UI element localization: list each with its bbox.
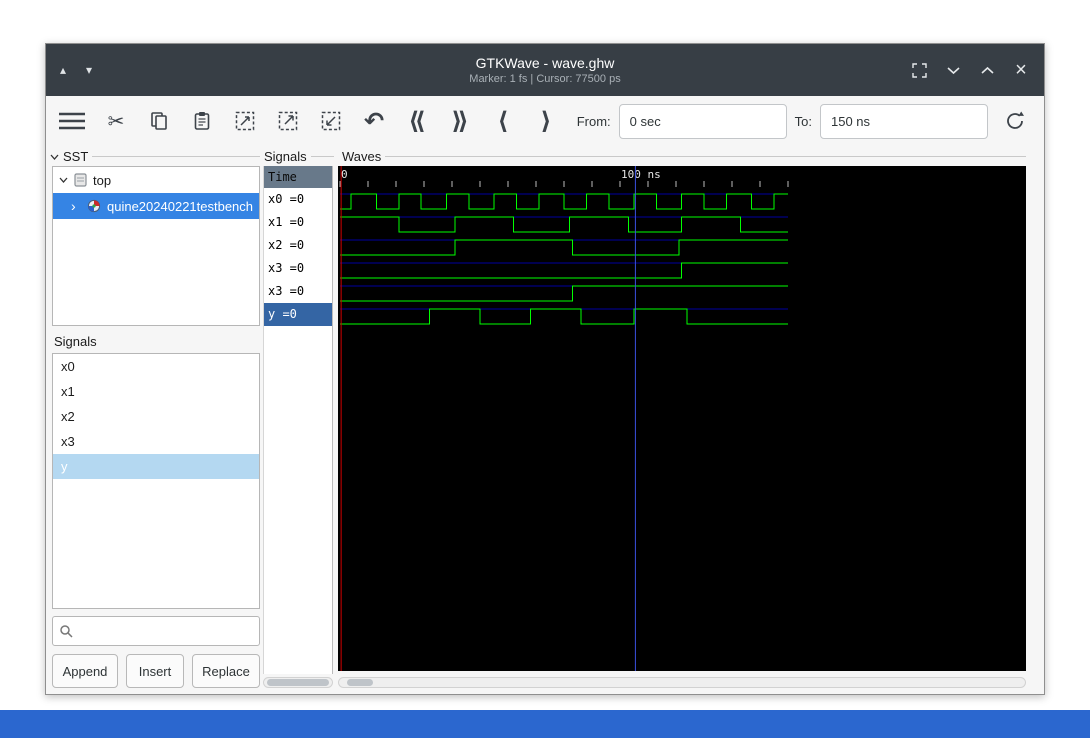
zoom-fit-icon[interactable]	[232, 107, 258, 135]
window-title: GTKWave - wave.ghw	[475, 55, 615, 71]
waves-frame-label: Waves	[342, 149, 1026, 164]
menu-hamburger-icon[interactable]	[58, 107, 86, 135]
tree-item-testbench[interactable]: › quine20240221testbench	[53, 193, 259, 219]
signal-name-row[interactable]: x1 =0	[264, 211, 332, 234]
next-edge-icon[interactable]: ⟩	[533, 107, 559, 135]
names-scrollbar-thumb[interactable]	[267, 679, 329, 686]
signal-list-item[interactable]: x1	[53, 379, 259, 404]
close-icon[interactable]: ×	[1012, 59, 1030, 81]
signal-name-row[interactable]: y =0	[264, 303, 332, 326]
wave-display[interactable]: 0 100 ns	[338, 166, 1026, 671]
signal-list-item[interactable]: x0	[53, 354, 259, 379]
titlebar[interactable]: ▴ ▾ GTKWave - wave.ghw Marker: 1 fs | Cu…	[46, 44, 1044, 96]
signal-list: x0 x1 x2 x3 y	[52, 353, 260, 609]
to-label: To:	[794, 113, 812, 129]
names-frame-label: Signals	[264, 149, 334, 164]
tree-item-label: top	[93, 172, 112, 188]
svg-text:100 ns: 100 ns	[621, 168, 661, 181]
zoom-in-selection-icon[interactable]	[275, 107, 301, 135]
tree-item-top[interactable]: top	[53, 167, 259, 193]
sst-frame-label: SST	[50, 149, 260, 164]
sst-label: SST	[63, 149, 89, 164]
cut-icon[interactable]: ✂	[103, 107, 129, 135]
chevron-up-icon[interactable]	[978, 61, 996, 79]
window-status-line: Marker: 1 fs | Cursor: 77500 ps	[469, 73, 621, 85]
signal-search-box[interactable]	[52, 616, 260, 646]
titlebar-center: GTKWave - wave.ghw Marker: 1 fs | Cursor…	[46, 55, 1044, 85]
waveform-canvas[interactable]: 0 100 ns	[338, 166, 1026, 671]
signal-list-item[interactable]: x3	[53, 429, 259, 454]
desktop-taskbar-strip	[0, 710, 1090, 738]
time-range-controls: From: To:	[576, 103, 1028, 139]
testbench-icon	[87, 199, 101, 213]
time-header[interactable]: Time	[264, 166, 332, 188]
sst-collapse-icon[interactable]	[50, 154, 59, 160]
names-signals-label: Signals	[264, 149, 307, 164]
jump-to-end-icon[interactable]: ⟫	[447, 107, 473, 135]
tree-item-label: quine20240221testbench	[107, 198, 254, 214]
search-input[interactable]	[74, 617, 259, 645]
insert-button[interactable]: Insert	[126, 654, 184, 688]
signals-list-label: Signals	[54, 334, 97, 349]
scroll-up-icon[interactable]: ▴	[60, 63, 66, 77]
expanded-chevron-icon[interactable]	[59, 177, 68, 183]
signal-name-row[interactable]: x2 =0	[264, 234, 332, 257]
waves-label: Waves	[342, 149, 382, 164]
titlebar-left-buttons: ▴ ▾	[60, 44, 92, 96]
module-icon	[74, 173, 87, 187]
titlebar-right-buttons: ×	[910, 44, 1030, 96]
reload-icon[interactable]	[1002, 107, 1028, 135]
signal-name-rows: x0 =0 x1 =0 x2 =0 x3 =0 x3 =0 y =0	[264, 188, 332, 326]
chevron-down-icon[interactable]	[944, 61, 962, 79]
signal-list-item[interactable]: y	[53, 454, 259, 479]
previous-edge-icon[interactable]: ⟨	[490, 107, 516, 135]
svg-text:0: 0	[341, 168, 348, 181]
signal-names-panel: Time x0 =0 x1 =0 x2 =0 x3 =0 x3 =0 y =0	[263, 166, 333, 674]
from-input[interactable]	[618, 103, 787, 139]
search-icon	[60, 624, 73, 638]
waves-scrollbar-thumb[interactable]	[347, 679, 373, 686]
undo-icon[interactable]: ↶	[361, 107, 387, 135]
names-horizontal-scrollbar[interactable]	[263, 677, 333, 688]
signal-list-item[interactable]: x2	[53, 404, 259, 429]
signal-name-row[interactable]: x3 =0	[264, 257, 332, 280]
collapsed-chevron-icon[interactable]: ›	[71, 198, 81, 214]
gtkwave-window: ▴ ▾ GTKWave - wave.ghw Marker: 1 fs | Cu…	[45, 43, 1045, 695]
jump-to-start-icon[interactable]: ⟪	[404, 107, 430, 135]
copy-icon[interactable]	[146, 107, 172, 135]
zoom-out-selection-icon[interactable]	[318, 107, 344, 135]
fit-window-icon[interactable]	[910, 61, 928, 79]
signal-name-row[interactable]: x0 =0	[264, 188, 332, 211]
append-button[interactable]: Append	[52, 654, 118, 688]
from-label: From:	[576, 113, 611, 129]
replace-button[interactable]: Replace	[192, 654, 260, 688]
waves-horizontal-scrollbar[interactable]	[338, 677, 1026, 688]
scroll-down-icon[interactable]: ▾	[86, 63, 92, 77]
signal-search-frame-label: Signals	[54, 334, 260, 349]
signal-name-row[interactable]: x3 =0	[264, 280, 332, 303]
sst-tree-panel: top › quine20240221testbench	[52, 166, 260, 326]
to-input[interactable]	[820, 103, 988, 139]
paste-icon[interactable]	[189, 107, 215, 135]
toolbar: ✂ ↶ ⟪ ⟫ ⟨ ⟩ From: 0 sec To: 150 ns	[46, 96, 1044, 146]
